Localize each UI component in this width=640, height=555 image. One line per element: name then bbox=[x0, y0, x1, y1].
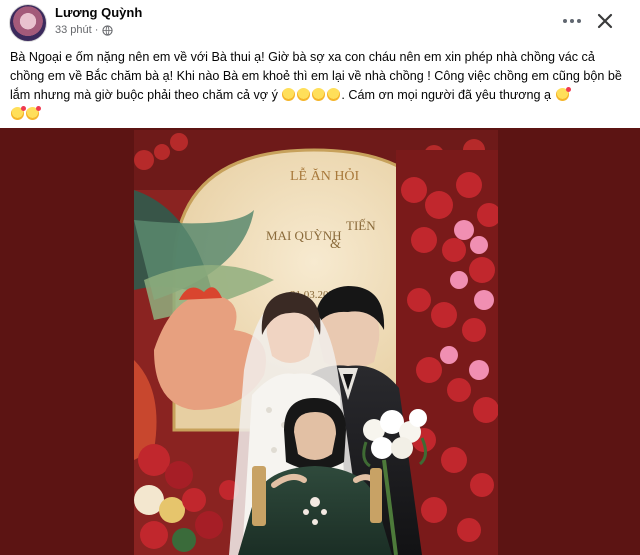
author-avatar[interactable] bbox=[9, 4, 47, 42]
smiling-hearts-emoji-icon bbox=[26, 106, 41, 120]
post-time[interactable]: 33 phút · bbox=[55, 24, 98, 36]
post-media[interactable]: LỄ ĂN HỎI MAI QUỲNH & TIẾN 31.03.2021 bbox=[0, 128, 640, 555]
crying-emoji-icon bbox=[327, 88, 341, 101]
dot-icon bbox=[577, 19, 581, 23]
close-icon[interactable] bbox=[592, 8, 618, 34]
post-meta: 33 phút · bbox=[55, 24, 114, 36]
more-options-button[interactable] bbox=[558, 8, 586, 34]
post-header: Lương Quỳnh 33 phút · bbox=[0, 0, 640, 44]
sign-name-right: TIẾN bbox=[346, 218, 376, 233]
wedding-photo[interactable]: LỄ ĂN HỎI MAI QUỲNH & TIẾN 31.03.2021 bbox=[134, 130, 498, 555]
dot-icon bbox=[563, 19, 567, 23]
caption-tail: . Cám ơn mọi người đã yêu thương ạ bbox=[341, 88, 552, 102]
crying-emoji-icon bbox=[297, 88, 311, 101]
post-caption: Bà Ngoại e ốm nặng nên em về với Bà thui… bbox=[10, 48, 624, 124]
dot-icon bbox=[570, 19, 574, 23]
crying-emoji-icon bbox=[312, 88, 326, 101]
sign-title: LỄ ĂN HỎI bbox=[290, 166, 360, 184]
facebook-post: Lương Quỳnh 33 phút · Bà Ngoại e ốm nặng… bbox=[0, 0, 640, 555]
photo-illustration: LỄ ĂN HỎI MAI QUỲNH & TIẾN 31.03.2021 bbox=[134, 130, 498, 555]
globe-icon bbox=[102, 24, 114, 36]
smiling-hearts-emoji-icon bbox=[555, 87, 571, 101]
author-name[interactable]: Lương Quỳnh bbox=[55, 5, 142, 20]
sign-ampersand: & bbox=[330, 237, 341, 252]
crying-emoji-icon bbox=[282, 88, 296, 101]
smiling-hearts-emoji-icon bbox=[11, 106, 26, 120]
